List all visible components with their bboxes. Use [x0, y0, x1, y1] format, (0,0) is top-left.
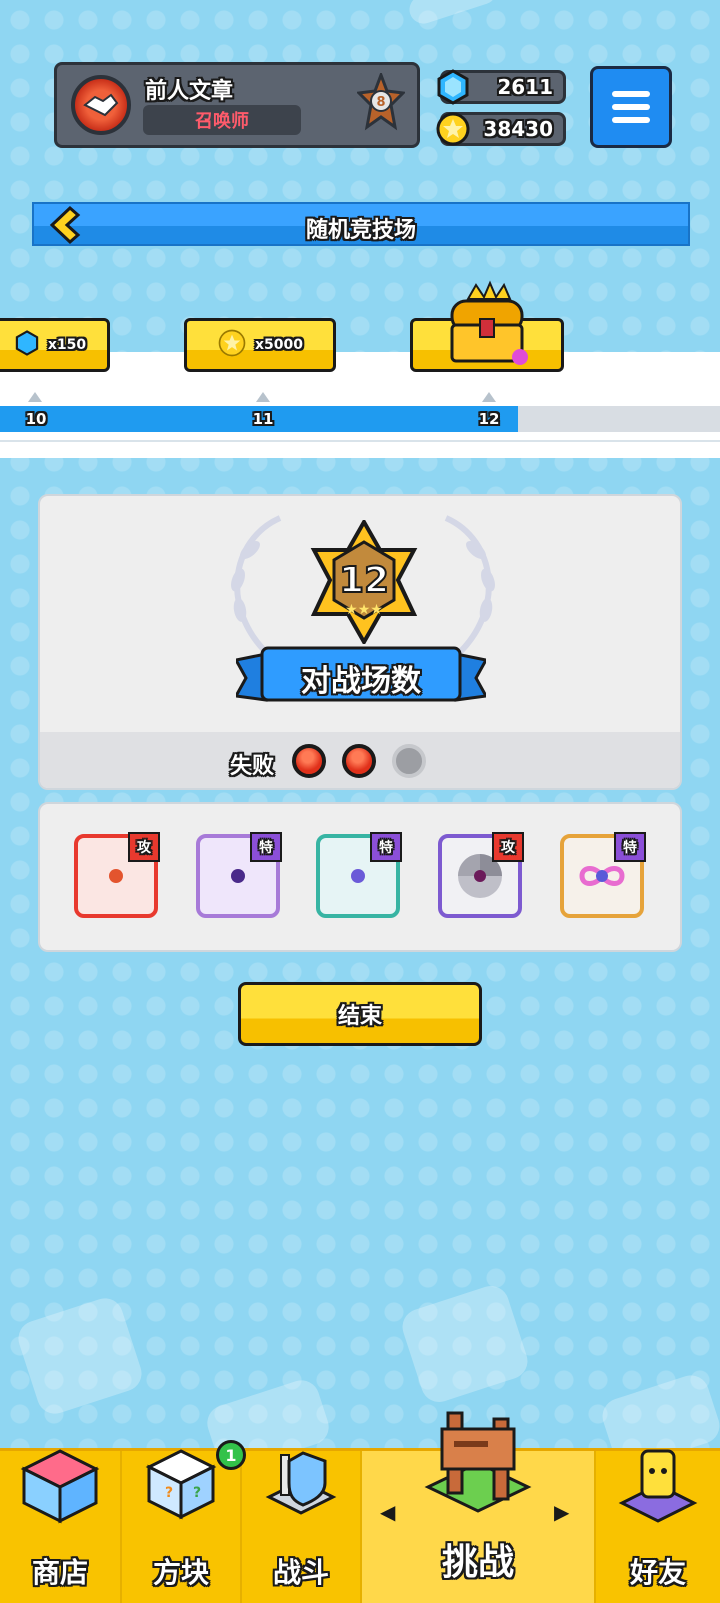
- nav-battle[interactable]: 战斗: [242, 1451, 360, 1603]
- background-dice-decoration: [405, 0, 501, 28]
- dice-box-icon: ? ?: [145, 1449, 217, 1520]
- player-title: 召唤师: [143, 105, 301, 135]
- dice-deck: 攻 特 特 攻 特: [38, 802, 682, 952]
- track-bottom: [0, 440, 720, 458]
- dice-type-tag: 特: [370, 832, 402, 862]
- laurel-left-icon: [231, 515, 282, 659]
- lose-label: 失败: [230, 754, 275, 779]
- nav-shop-label: 商店: [31, 1556, 88, 1589]
- bottom-nav: 商店 ? ? 方块 战斗 挑战 好友: [0, 1411, 720, 1603]
- shop-icon: [20, 1449, 100, 1524]
- milestone-label: 11: [252, 410, 274, 428]
- reward-gold[interactable]: x5000: [184, 318, 336, 372]
- nav-challenge-label: 挑战: [441, 1542, 514, 1583]
- dice-slot[interactable]: 特: [196, 832, 282, 918]
- menu-icon-line: [612, 104, 650, 110]
- battle-count-badge: 12 ★★★: [310, 520, 418, 644]
- nav-next-arrow-icon[interactable]: ▶: [554, 1500, 569, 1524]
- dice-pip: [351, 869, 365, 883]
- laurel-right-icon: [444, 515, 495, 659]
- reward-amount: x5000: [255, 337, 303, 353]
- dice-slot[interactable]: 攻: [74, 832, 160, 918]
- loss-indicator-empty: [392, 744, 426, 778]
- nav-dice-label: 方块: [152, 1556, 209, 1589]
- milestone-label: 12: [478, 410, 500, 428]
- loss-indicator-filled: [292, 744, 326, 778]
- gem-amount: 2611: [497, 75, 553, 99]
- page-title-bar: 随机竞技场: [32, 202, 690, 246]
- milestone-tick: [256, 392, 270, 402]
- menu-icon-line: [612, 117, 650, 123]
- dice-pip: [231, 869, 245, 883]
- background-dice-decoration: [13, 1293, 147, 1419]
- gold-coin-icon: [217, 328, 247, 362]
- dice-type-tag: 特: [614, 832, 646, 862]
- reward-gems[interactable]: x150: [0, 318, 110, 372]
- end-button[interactable]: 结束: [238, 982, 482, 1046]
- rank-number: 8: [376, 95, 385, 110]
- nav-prev-arrow-icon[interactable]: ◀: [380, 1500, 395, 1524]
- badge-stars: ★★★: [345, 602, 383, 618]
- svg-text:?: ?: [193, 1485, 201, 1501]
- gem-counter: 2611: [437, 69, 566, 105]
- nav-battle-label: 战斗: [272, 1556, 329, 1589]
- page-title: 随机竞技场: [305, 218, 416, 243]
- battle-count-banner: 对战场数: [236, 644, 486, 708]
- dice-pip: [109, 869, 123, 883]
- menu-button[interactable]: [590, 66, 672, 148]
- gold-amount: 38430: [483, 117, 553, 141]
- dice-notification-badge: 1: [216, 1440, 246, 1470]
- reward-crown-chest[interactable]: [410, 280, 564, 372]
- nav-challenge[interactable]: 挑战: [362, 1411, 594, 1603]
- dice-slot[interactable]: 攻: [438, 832, 524, 918]
- gem-icon: [435, 69, 471, 105]
- progress-bar: [0, 406, 720, 432]
- milestone-label: 10: [25, 410, 47, 428]
- friend-dice-icon: [618, 1449, 698, 1523]
- crown-chest-icon: [450, 280, 528, 365]
- nav-dice[interactable]: ? ? 方块: [122, 1449, 240, 1603]
- handshake-avatar-icon: [71, 75, 131, 135]
- dice-type-tag: 攻: [492, 832, 524, 862]
- svg-text:?: ?: [165, 1485, 173, 1501]
- gem-icon: [14, 330, 40, 360]
- menu-icon: [612, 91, 650, 97]
- milestone-tick: [28, 392, 42, 402]
- reward-amount: x150: [47, 337, 87, 353]
- gold-counter: 38430: [436, 112, 566, 146]
- battle-count-label: 对战场数: [301, 664, 421, 699]
- challenge-sign-icon: [424, 1411, 532, 1513]
- background-dice-decoration: [397, 1281, 533, 1407]
- rank-star-icon: 8: [355, 70, 407, 131]
- battle-count-card: 12 ★★★ 对战场数 失败: [38, 494, 682, 790]
- gold-coin-icon: [435, 111, 471, 147]
- dice-type-tag: 攻: [128, 832, 160, 862]
- nav-friends[interactable]: 好友: [596, 1449, 720, 1603]
- profile-panel[interactable]: 前人文章 召唤师 8: [54, 62, 420, 148]
- battle-count: 12: [339, 560, 389, 601]
- dice-type-tag: 特: [250, 832, 282, 862]
- sword-shield-icon: [265, 1451, 337, 1515]
- player-name: 前人文章: [145, 79, 234, 104]
- milestone-tick: [482, 392, 496, 402]
- nav-shop[interactable]: 商店: [0, 1449, 120, 1603]
- nav-friends-label: 好友: [629, 1556, 686, 1589]
- dice-slot[interactable]: 特: [316, 832, 402, 918]
- loss-indicator-filled: [342, 744, 376, 778]
- dice-slot[interactable]: 特: [560, 832, 646, 918]
